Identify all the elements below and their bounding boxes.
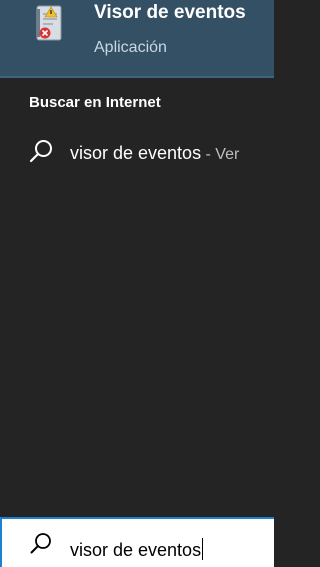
text-caret: [202, 538, 204, 560]
search-icon: [30, 533, 51, 554]
start-search-panel: Visor de eventos Aplicación Buscar en In…: [0, 0, 274, 567]
web-search-result[interactable]: visor de eventos - Ver: [0, 130, 274, 180]
search-input-value: visor de eventos: [70, 538, 204, 561]
best-match-result[interactable]: Visor de eventos Aplicación: [0, 0, 274, 78]
web-result-text: visor de eventos - Ver: [70, 143, 239, 164]
event-viewer-icon: [36, 5, 62, 41]
web-result-suffix: - Ver: [201, 146, 240, 163]
web-result-query: visor de eventos: [70, 143, 202, 163]
search-input[interactable]: visor de eventos: [0, 517, 274, 567]
section-header-web-search: Buscar en Internet: [29, 94, 161, 111]
app-title: Visor de eventos: [94, 2, 246, 23]
selection-divider: [0, 76, 274, 78]
app-type-label: Aplicación: [94, 39, 167, 56]
search-query-text: visor de eventos: [70, 540, 202, 560]
search-icon: [29, 140, 52, 163]
